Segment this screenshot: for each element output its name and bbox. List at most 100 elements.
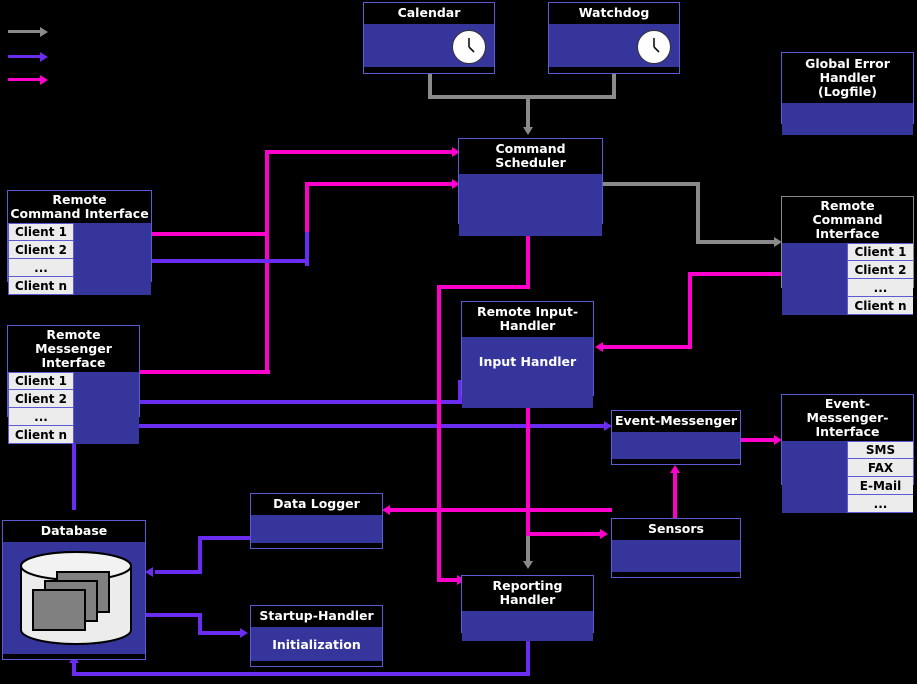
channel-cell[interactable]: ... — [847, 495, 913, 513]
reporting-handler-title: Reporting Handler — [462, 576, 593, 611]
node-command-scheduler[interactable]: Command Scheduler — [458, 138, 603, 236]
reporting-handler-body — [462, 611, 593, 641]
database-cylinder-icon — [13, 548, 139, 652]
node-remote-messenger-interface[interactable]: Remote Messenger Interface Client 1 Clie… — [7, 325, 140, 444]
emi-title: Event-Messenger- Interface — [782, 395, 913, 441]
rci-left-split: Client 1 Client 2 ... Client n — [8, 223, 151, 295]
legend-magenta-line — [8, 78, 40, 81]
flow-sensors-to-eventmsg-v — [673, 472, 677, 522]
rci-left-title-line2: Command Interface — [10, 206, 149, 221]
rmi-pane — [74, 372, 139, 444]
client-cell[interactable]: Client n — [8, 277, 74, 295]
client-cell[interactable]: ... — [8, 259, 74, 277]
node-event-messenger[interactable]: Event-Messenger — [611, 410, 741, 465]
legend-blue-line — [8, 55, 40, 58]
input-handler-title: Remote Input-Handler — [462, 302, 593, 337]
event-messenger-title: Event-Messenger — [612, 411, 740, 432]
client-cell[interactable]: Client 2 — [8, 241, 74, 259]
flow-eventmsg-up-arrowhead-icon — [670, 465, 680, 473]
node-event-messenger-interface[interactable]: Event-Messenger- Interface SMS FAX E-Mai… — [781, 394, 914, 513]
client-cell[interactable]: Client 2 — [847, 261, 913, 279]
client-cell[interactable]: ... — [847, 279, 913, 297]
node-calendar[interactable]: Calendar — [363, 2, 495, 74]
flow-eventmsg-to-interface-h — [740, 438, 776, 442]
node-reporting-handler[interactable]: Reporting Handler — [461, 575, 594, 641]
node-watchdog[interactable]: Watchdog — [548, 2, 680, 74]
flow-rmi-out-h2 — [305, 182, 454, 186]
flow-scheduler-to-rci-right-h2 — [696, 240, 776, 244]
flow-input-down-v — [526, 396, 530, 536]
rmi-title-line2: Messenger Interface — [35, 341, 112, 370]
flow-input-to-rmi-h — [140, 400, 462, 404]
rci-right-title: Remote Command Interface — [782, 197, 913, 243]
flow-rci-left-out-v1 — [265, 150, 269, 236]
flow-logger-to-db-v — [198, 536, 202, 573]
diagram-canvas: Calendar Watchdog Global Error Handler (… — [0, 0, 917, 684]
emi-channel-list: SMS FAX E-Mail ... — [847, 441, 913, 513]
flow-reporting-gray-arrowhead-icon — [523, 561, 533, 569]
node-startup-handler[interactable]: Startup-Handler Initialization — [250, 605, 383, 667]
flow-rci-left-out-h1 — [152, 232, 267, 236]
legend-gray-arrow-icon — [40, 27, 48, 37]
global-error-handler-title-line2: (Logfile) — [818, 84, 877, 99]
channel-cell[interactable]: FAX — [847, 459, 913, 477]
client-cell[interactable]: Client n — [8, 426, 74, 444]
flow-db-to-startup-h1 — [146, 613, 202, 617]
sensors-title: Sensors — [612, 519, 740, 540]
flow-timers-down — [526, 95, 530, 128]
flow-scheduler-to-reporting-h — [437, 578, 459, 582]
flow-scheduler-to-rci-left-h — [152, 259, 309, 263]
rci-left-client-list: Client 1 Client 2 ... Client n — [8, 223, 74, 295]
flow-logger-in-arrowhead-icon — [382, 505, 390, 515]
legend-magenta-arrow-icon — [40, 75, 48, 85]
rci-right-title-line1: Remote — [820, 198, 875, 213]
flow-rci-right-to-input-h2 — [603, 345, 692, 349]
command-scheduler-body — [459, 174, 602, 236]
flow-rmi-out-v1b — [265, 232, 269, 374]
node-sensors[interactable]: Sensors — [611, 518, 741, 578]
node-remote-command-interface-left[interactable]: Remote Command Interface Client 1 Client… — [7, 190, 152, 295]
flow-sensors-to-logger-h — [390, 508, 612, 512]
flow-rmi-out-h1 — [140, 370, 270, 374]
emi-split: SMS FAX E-Mail ... — [782, 441, 913, 513]
flow-rmi-out-v1 — [305, 182, 309, 234]
flow-scheduler-down-m-v2 — [437, 285, 441, 582]
rmi-title-line1: Remote — [46, 327, 101, 342]
client-cell[interactable]: Client 1 — [8, 223, 74, 241]
client-cell[interactable]: ... — [8, 408, 74, 426]
flow-rci-right-input-arrowhead-icon — [595, 342, 603, 352]
legend-gray-line — [8, 30, 40, 33]
emi-title-line1: Event-Messenger- — [806, 396, 889, 425]
client-cell[interactable]: Client 2 — [8, 390, 74, 408]
flow-sensors-in-arrowhead-icon — [600, 529, 608, 539]
rmi-split: Client 1 Client 2 ... Client n — [8, 372, 139, 444]
rci-left-title: Remote Command Interface — [8, 191, 151, 223]
watchdog-title: Watchdog — [549, 3, 679, 24]
global-error-handler-body — [782, 103, 913, 135]
emi-title-line2: Interface — [815, 424, 880, 439]
rci-right-pane — [782, 243, 847, 315]
node-data-logger[interactable]: Data Logger — [250, 493, 383, 549]
channel-cell[interactable]: E-Mail — [847, 477, 913, 495]
flow-rci-right-to-input-v — [688, 272, 692, 348]
flow-logger-to-db-h2 — [155, 570, 202, 574]
rci-right-title-line2: Command Interface — [812, 212, 883, 241]
clock-icon — [637, 30, 671, 64]
client-cell[interactable]: Client 1 — [8, 372, 74, 390]
command-scheduler-title: Command Scheduler — [459, 139, 602, 174]
sensors-body — [612, 540, 740, 572]
flow-input-to-sensors-h — [526, 532, 602, 536]
node-remote-command-interface-right[interactable]: Remote Command Interface Client 1 Client… — [781, 196, 914, 315]
client-cell[interactable]: Client 1 — [847, 243, 913, 261]
node-remote-input-handler[interactable]: Remote Input-Handler Input Handler — [461, 301, 594, 408]
client-cell[interactable]: Client n — [847, 297, 913, 315]
emi-pane — [782, 441, 847, 513]
flow-logger-to-db-h1 — [198, 536, 252, 540]
global-error-handler-title: Global Error Handler (Logfile) — [782, 53, 913, 103]
node-global-error-handler[interactable]: Global Error Handler (Logfile) — [781, 52, 914, 135]
flow-reporting-to-db-h — [72, 672, 530, 676]
rmi-title: Remote Messenger Interface — [8, 326, 139, 372]
flow-scheduler-to-rci-right-h1 — [602, 182, 700, 186]
node-database[interactable]: Database — [2, 520, 146, 660]
channel-cell[interactable]: SMS — [847, 441, 913, 459]
